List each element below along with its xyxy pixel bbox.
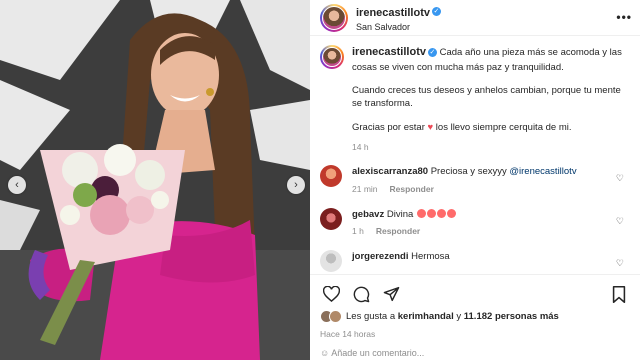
post-actions: Les gusta a kerimhandal y 11.182 persona…	[310, 274, 640, 339]
comment-username[interactable]: alexiscarranza80	[352, 166, 428, 177]
caption-author-avatar[interactable]	[320, 45, 344, 69]
like-comment-button[interactable]: ♡	[616, 258, 624, 269]
likes-others-count[interactable]: 11.182 personas más	[464, 311, 559, 322]
verified-badge-icon: ✓	[431, 7, 441, 17]
liked-by-joiner: y	[456, 311, 462, 322]
like-comment-button[interactable]: ♡	[616, 173, 624, 184]
more-horizontal-icon: •••	[616, 10, 632, 24]
share-icon	[383, 286, 399, 302]
comment-text: Divina	[386, 208, 414, 220]
commenter-avatar[interactable]	[320, 207, 342, 230]
chevron-left-icon: ‹	[15, 179, 19, 191]
save-button[interactable]	[608, 283, 630, 305]
heart-outline-icon: ♡	[615, 215, 624, 226]
commenter-avatar[interactable]	[320, 249, 342, 272]
liker-avatar	[329, 310, 342, 323]
share-button[interactable]	[380, 283, 402, 305]
like-button[interactable]	[320, 283, 342, 305]
caption-username[interactable]: irenecastillotv	[352, 46, 426, 58]
photo-illustration	[0, 0, 310, 360]
verified-badge-icon: ✓	[427, 47, 437, 57]
comment-item: jorgerezendi Hermosa ♡	[320, 249, 630, 272]
heart-outline-icon: ♡	[615, 173, 624, 184]
bookmark-icon	[612, 285, 626, 303]
comment-mention-link[interactable]: @irenecastillotv	[509, 166, 576, 177]
emoji-icon[interactable]: ☺	[320, 348, 329, 358]
chevron-right-icon: ›	[294, 179, 298, 191]
caption-text-4: los llevo siempre cerquita de mi.	[435, 122, 572, 134]
comment-username[interactable]: jorgerezendi	[352, 251, 409, 262]
more-options-button[interactable]: •••	[616, 10, 632, 24]
carousel-next-button[interactable]: ›	[287, 176, 305, 194]
reply-button[interactable]: Responder	[376, 226, 420, 236]
comment-username[interactable]: gebavz	[352, 209, 384, 220]
like-comment-button[interactable]: ♡	[616, 216, 624, 227]
comment-item: gebavz Divina 1 h Responder ♡	[320, 207, 630, 238]
heart-icon	[322, 286, 340, 302]
carousel-prev-button[interactable]: ‹	[8, 176, 26, 194]
caption-text-2: Cuando creces tus deseos y anhelos cambi…	[352, 84, 621, 110]
post-header: irenecastillotv ✓ San Salvador •••	[310, 0, 640, 36]
add-comment-input[interactable]: ☺ Añade un comentario...	[320, 348, 424, 358]
liked-by-prefix: Les gusta a	[346, 311, 396, 322]
reply-button[interactable]: Responder	[390, 184, 434, 194]
comment-time[interactable]: 21 min	[352, 184, 378, 194]
comment-button[interactable]	[350, 283, 372, 305]
comment-text: Preciosa y sexyyy	[430, 166, 507, 178]
comment-text: Hermosa	[411, 250, 450, 262]
comment-time[interactable]: 1 h	[352, 226, 364, 236]
red-heart-emoji-icon: ♥	[427, 122, 434, 134]
heart-eyes-emoji-icon	[416, 208, 456, 220]
comment-icon	[353, 286, 369, 302]
heart-outline-icon: ♡	[615, 257, 624, 268]
liked-by-user[interactable]: kerimhandal	[398, 311, 454, 322]
post-location[interactable]: San Salvador	[356, 22, 441, 33]
commenter-avatar[interactable]	[320, 165, 342, 188]
caption-text-3: Gracias por estar	[352, 122, 425, 134]
caption-timestamp[interactable]: 14 h	[352, 141, 622, 153]
comment-item: alexiscarranza80 Preciosa y sexyyy @iren…	[320, 165, 630, 195]
post-photo[interactable]: ‹ ›	[0, 0, 310, 360]
author-username[interactable]: irenecastillotv	[356, 7, 430, 19]
post-details-panel: irenecastillotv ✓ San Salvador ••• irenec…	[310, 0, 640, 360]
comments-scroll-area[interactable]: irenecastillotv ✓ Cada año una pieza más …	[310, 37, 640, 274]
likes-summary[interactable]: Les gusta a kerimhandal y 11.182 persona…	[320, 310, 630, 323]
post-timestamp[interactable]: Hace 14 horas	[320, 329, 630, 339]
post-caption: irenecastillotv ✓ Cada año una pieza más …	[320, 45, 630, 153]
author-avatar[interactable]	[320, 3, 348, 32]
add-comment-placeholder: Añade un comentario...	[331, 348, 425, 358]
